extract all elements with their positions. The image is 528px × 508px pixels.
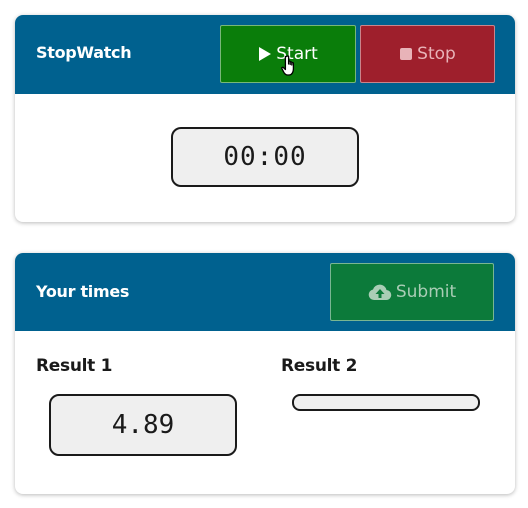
times-title: Your times [36,282,130,301]
result-2-label: Result 2 [281,356,358,376]
times-card: Your times Submit Result 1 Result 2 4.89 [15,253,515,494]
hand-pointer-icon [279,55,299,81]
stopwatch-title: StopWatch [36,43,132,62]
stopwatch-card: StopWatch Start Stop 00:00 [15,15,515,222]
stop-button-label: Stop [417,44,456,64]
result-1-value: 4.89 [49,394,237,456]
result-2-value [292,394,480,411]
submit-button[interactable]: Submit [330,263,494,321]
play-icon [258,46,272,62]
times-header: Your times Submit [15,253,515,331]
stop-icon [399,47,413,61]
stopwatch-display: 00:00 [171,127,359,187]
submit-button-label: Submit [395,282,457,302]
stop-button[interactable]: Stop [360,25,495,83]
result-1-label: Result 1 [36,356,113,376]
cloud-upload-icon [368,283,392,301]
stopwatch-header: StopWatch Start Stop [15,15,515,94]
